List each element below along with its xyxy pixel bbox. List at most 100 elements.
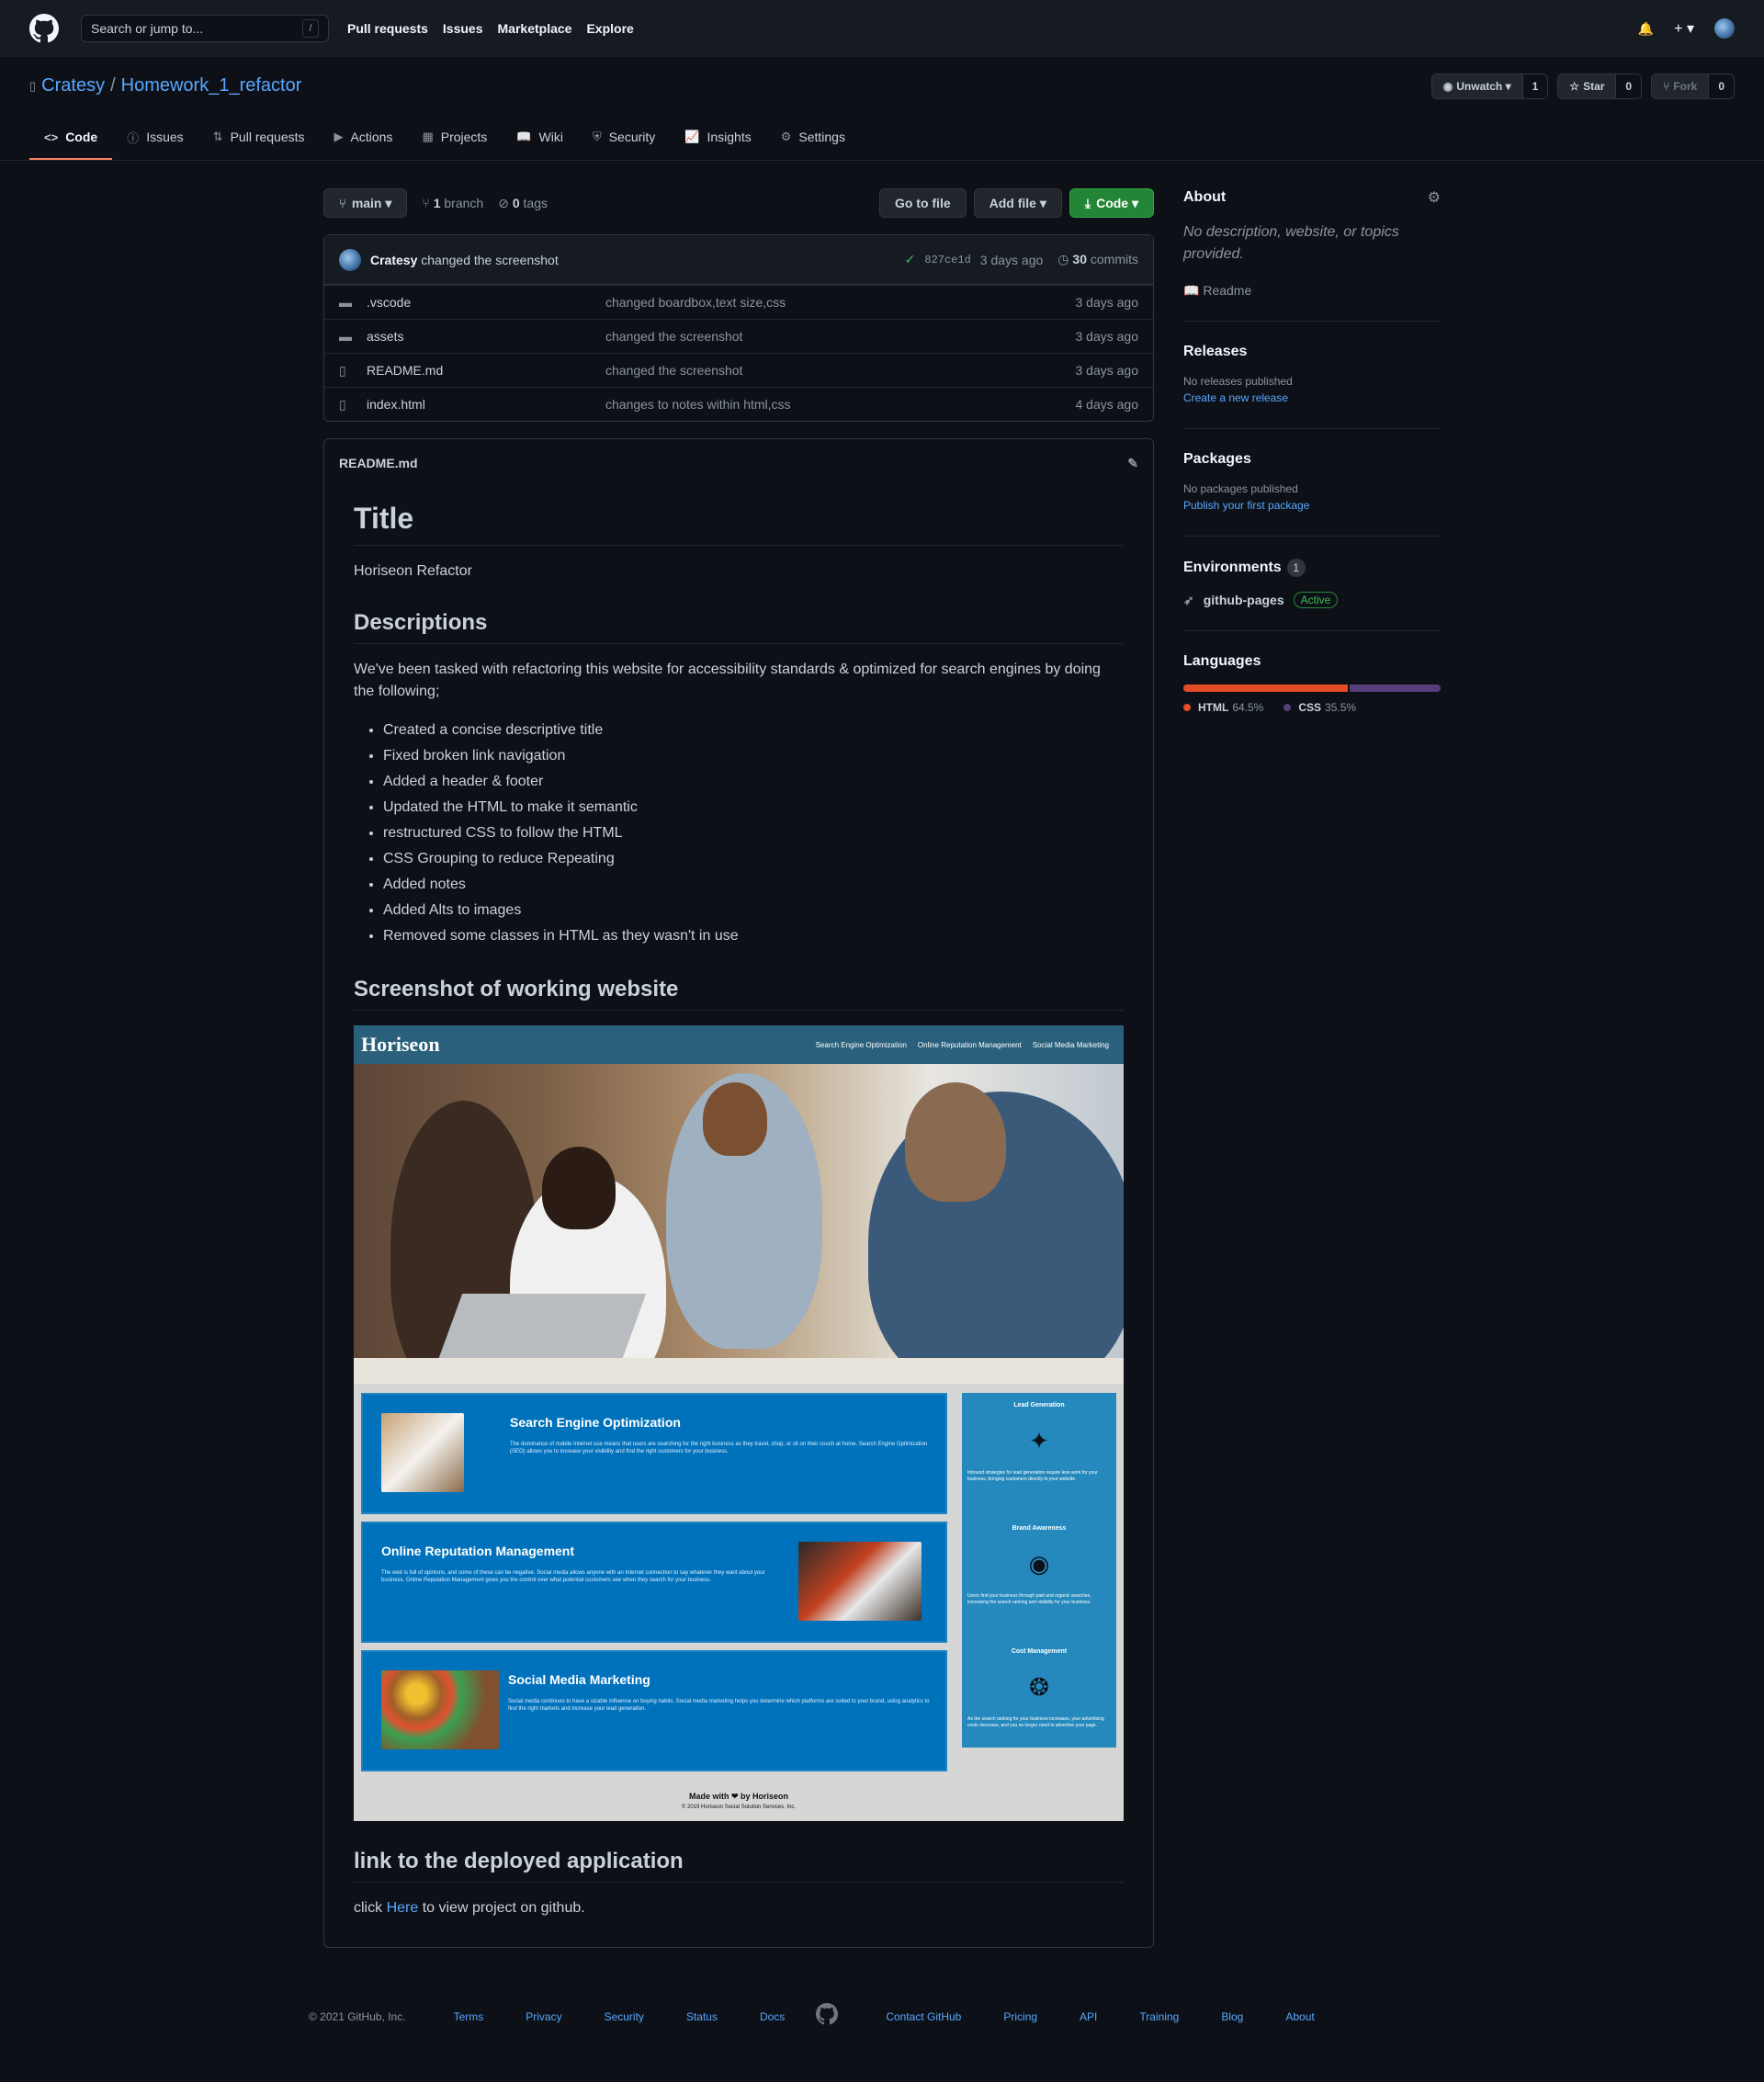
file-browser: Cratesy changed the screenshot ✓ 827ce1d… bbox=[323, 234, 1154, 422]
tab-issues[interactable]: ⓘ Issues bbox=[112, 116, 198, 160]
footer-link-about[interactable]: About bbox=[1285, 2010, 1314, 2023]
pencil-icon[interactable]: ✎ bbox=[1127, 456, 1138, 471]
repo-owner-link[interactable]: Cratesy bbox=[41, 75, 105, 96]
fork-label: Fork bbox=[1673, 80, 1698, 93]
tab-wiki[interactable]: 📖 Wiki bbox=[502, 116, 578, 160]
language-legend: HTML 64.5% CSS 35.5% bbox=[1183, 701, 1441, 714]
history-icon: ◷ bbox=[1057, 252, 1069, 266]
nav-pull-requests[interactable]: Pull requests bbox=[347, 21, 428, 36]
commit-message[interactable]: changed the screenshot bbox=[421, 253, 558, 267]
create-new-menu[interactable]: + ▾ bbox=[1674, 19, 1694, 38]
watch-count[interactable]: 1 bbox=[1521, 74, 1548, 98]
file-row[interactable]: ▬ .vscode changed boardbox,text size,css 3 … bbox=[324, 285, 1153, 319]
avatar[interactable] bbox=[1714, 18, 1735, 39]
tab-code[interactable]: <> Code bbox=[29, 116, 113, 160]
file-age: 3 days ago bbox=[1075, 363, 1139, 378]
bell-icon[interactable]: 🔔 bbox=[1638, 21, 1654, 37]
file-commit-message[interactable]: changed the screenshot bbox=[605, 363, 1076, 378]
commits-link[interactable]: ◷ 30 commits bbox=[1057, 252, 1138, 267]
file-commit-message[interactable]: changes to notes within html,css bbox=[605, 397, 1076, 412]
file-row[interactable]: ▯ index.html changes to notes within html,… bbox=[324, 387, 1153, 421]
tab-insights[interactable]: 📈 Insights bbox=[670, 116, 765, 160]
readme-header: README.md ✎ bbox=[339, 439, 1138, 487]
footer-link-api[interactable]: API bbox=[1080, 2010, 1097, 2023]
status-badge: Active bbox=[1293, 592, 1339, 608]
repo-name-link[interactable]: Homework_1_refactor bbox=[121, 75, 302, 96]
tab-actions[interactable]: ▶ Actions bbox=[320, 116, 408, 160]
book-icon: 📖 bbox=[516, 130, 532, 143]
language-item[interactable]: CSS 35.5% bbox=[1283, 701, 1356, 714]
tag-icon: ⊘ bbox=[498, 195, 509, 210]
language-bar-css bbox=[1350, 685, 1441, 692]
file-row[interactable]: ▯ README.md changed the screenshot 3 days a… bbox=[324, 353, 1153, 387]
tag-count-link[interactable]: ⊘ 0 tags bbox=[498, 196, 548, 211]
branch-count-link[interactable]: ⑂ 1 branch bbox=[422, 196, 483, 210]
add-file-button[interactable]: Add file ▾ bbox=[973, 188, 1062, 218]
code-button[interactable]: ⤓ Code ▾ bbox=[1069, 188, 1154, 218]
tab-security[interactable]: ⛨ Security bbox=[578, 116, 670, 160]
commit-author-avatar[interactable] bbox=[339, 248, 361, 271]
packages-none-text: No packages published bbox=[1183, 482, 1298, 495]
readme-list: Created a concise descriptive title Fixe… bbox=[354, 718, 1124, 949]
file-row[interactable]: ▬ assets changed the screenshot 3 days ago bbox=[324, 319, 1153, 353]
footer-link-docs[interactable]: Docs bbox=[760, 2010, 785, 2023]
publish-package-link[interactable]: Publish your first package bbox=[1183, 499, 1309, 512]
file-name[interactable]: assets bbox=[367, 329, 605, 344]
packages-title[interactable]: Packages bbox=[1183, 451, 1251, 468]
environments-title[interactable]: Environments bbox=[1183, 560, 1282, 576]
footer-link-status[interactable]: Status bbox=[686, 2010, 718, 2023]
tab-settings[interactable]: ⚙ Settings bbox=[766, 116, 860, 160]
commit-sha[interactable]: 827ce1d bbox=[924, 254, 970, 266]
unwatch-button[interactable]: ◉ Unwatch ▾ bbox=[1431, 74, 1522, 98]
fork-count[interactable]: 0 bbox=[1708, 74, 1734, 98]
star-button[interactable]: ☆ Star bbox=[1558, 74, 1616, 98]
environment-item[interactable]: ➶ github-pages Active bbox=[1183, 592, 1441, 608]
create-release-link[interactable]: Create a new release bbox=[1183, 391, 1288, 404]
footer-link-blog[interactable]: Blog bbox=[1221, 2010, 1243, 2023]
github-logo-icon[interactable] bbox=[29, 14, 59, 43]
tab-pull-requests[interactable]: ⇅ Pull requests bbox=[198, 116, 320, 160]
environment-name[interactable]: github-pages bbox=[1204, 593, 1284, 607]
nav-issues[interactable]: Issues bbox=[443, 21, 483, 36]
tab-projects[interactable]: ▦ Projects bbox=[407, 116, 502, 160]
card-title: Search Engine Optimization bbox=[510, 1415, 681, 1430]
about-text: No description, website, or topics provi… bbox=[1183, 224, 1399, 262]
language-name: CSS bbox=[1298, 701, 1322, 714]
go-to-file-button[interactable]: Go to file bbox=[878, 188, 967, 218]
nav-explore[interactable]: Explore bbox=[586, 21, 633, 36]
footer-link-contact[interactable]: Contact GitHub bbox=[886, 2010, 961, 2023]
tab-label: Settings bbox=[798, 130, 845, 144]
commit-author[interactable]: Cratesy bbox=[370, 253, 417, 267]
star-count[interactable]: 0 bbox=[1615, 74, 1642, 98]
file-commit-message[interactable]: changed boardbox,text size,css bbox=[605, 295, 1076, 310]
file-name[interactable]: index.html bbox=[367, 397, 605, 412]
shot-footer-copy: © 2019 Horiseon Social Solution Services… bbox=[681, 1805, 797, 1810]
website-screenshot-image[interactable]: Horiseon Search Engine Optimization Onli… bbox=[354, 1025, 1124, 1821]
footer-link-privacy[interactable]: Privacy bbox=[526, 2010, 561, 2023]
nav-marketplace[interactable]: Marketplace bbox=[498, 21, 572, 36]
lead-generation-icon: ✦ bbox=[1029, 1427, 1049, 1454]
languages-title: Languages bbox=[1183, 653, 1261, 669]
gear-icon[interactable]: ⚙ bbox=[1428, 188, 1441, 207]
releases-title[interactable]: Releases bbox=[1183, 344, 1247, 360]
packages-section: Packages No packages published Publish yo… bbox=[1183, 451, 1441, 537]
project-icon: ▦ bbox=[422, 130, 434, 143]
benefit-text: As the search ranking for your business … bbox=[967, 1716, 1104, 1728]
file-commit-message[interactable]: changed the screenshot bbox=[605, 329, 1076, 344]
toolbar-buttons: Go to file Add file ▾ ⤓ Code ▾ bbox=[878, 188, 1154, 218]
branch-select[interactable]: ⑂ main ▾ bbox=[323, 188, 408, 218]
github-mark-icon[interactable] bbox=[816, 2003, 839, 2031]
readme-body: Title Horiseon Refactor Descriptions We'… bbox=[354, 502, 1124, 1919]
search-input[interactable]: Search or jump to... / bbox=[81, 15, 329, 42]
footer-link-pricing[interactable]: Pricing bbox=[1003, 2010, 1037, 2023]
readme-link[interactable]: 📖 Readme bbox=[1183, 282, 1441, 299]
deployed-app-link[interactable]: Here bbox=[387, 1900, 419, 1916]
footer-link-terms[interactable]: Terms bbox=[454, 2010, 484, 2023]
footer-link-training[interactable]: Training bbox=[1139, 2010, 1179, 2023]
fork-button[interactable]: ⑂ Fork bbox=[1652, 74, 1709, 98]
shot-nav-item: Social Media Marketing bbox=[1032, 1040, 1109, 1049]
file-name[interactable]: README.md bbox=[367, 363, 605, 378]
footer-link-security[interactable]: Security bbox=[605, 2010, 644, 2023]
file-name[interactable]: .vscode bbox=[367, 295, 605, 310]
language-item[interactable]: HTML 64.5% bbox=[1183, 701, 1263, 714]
